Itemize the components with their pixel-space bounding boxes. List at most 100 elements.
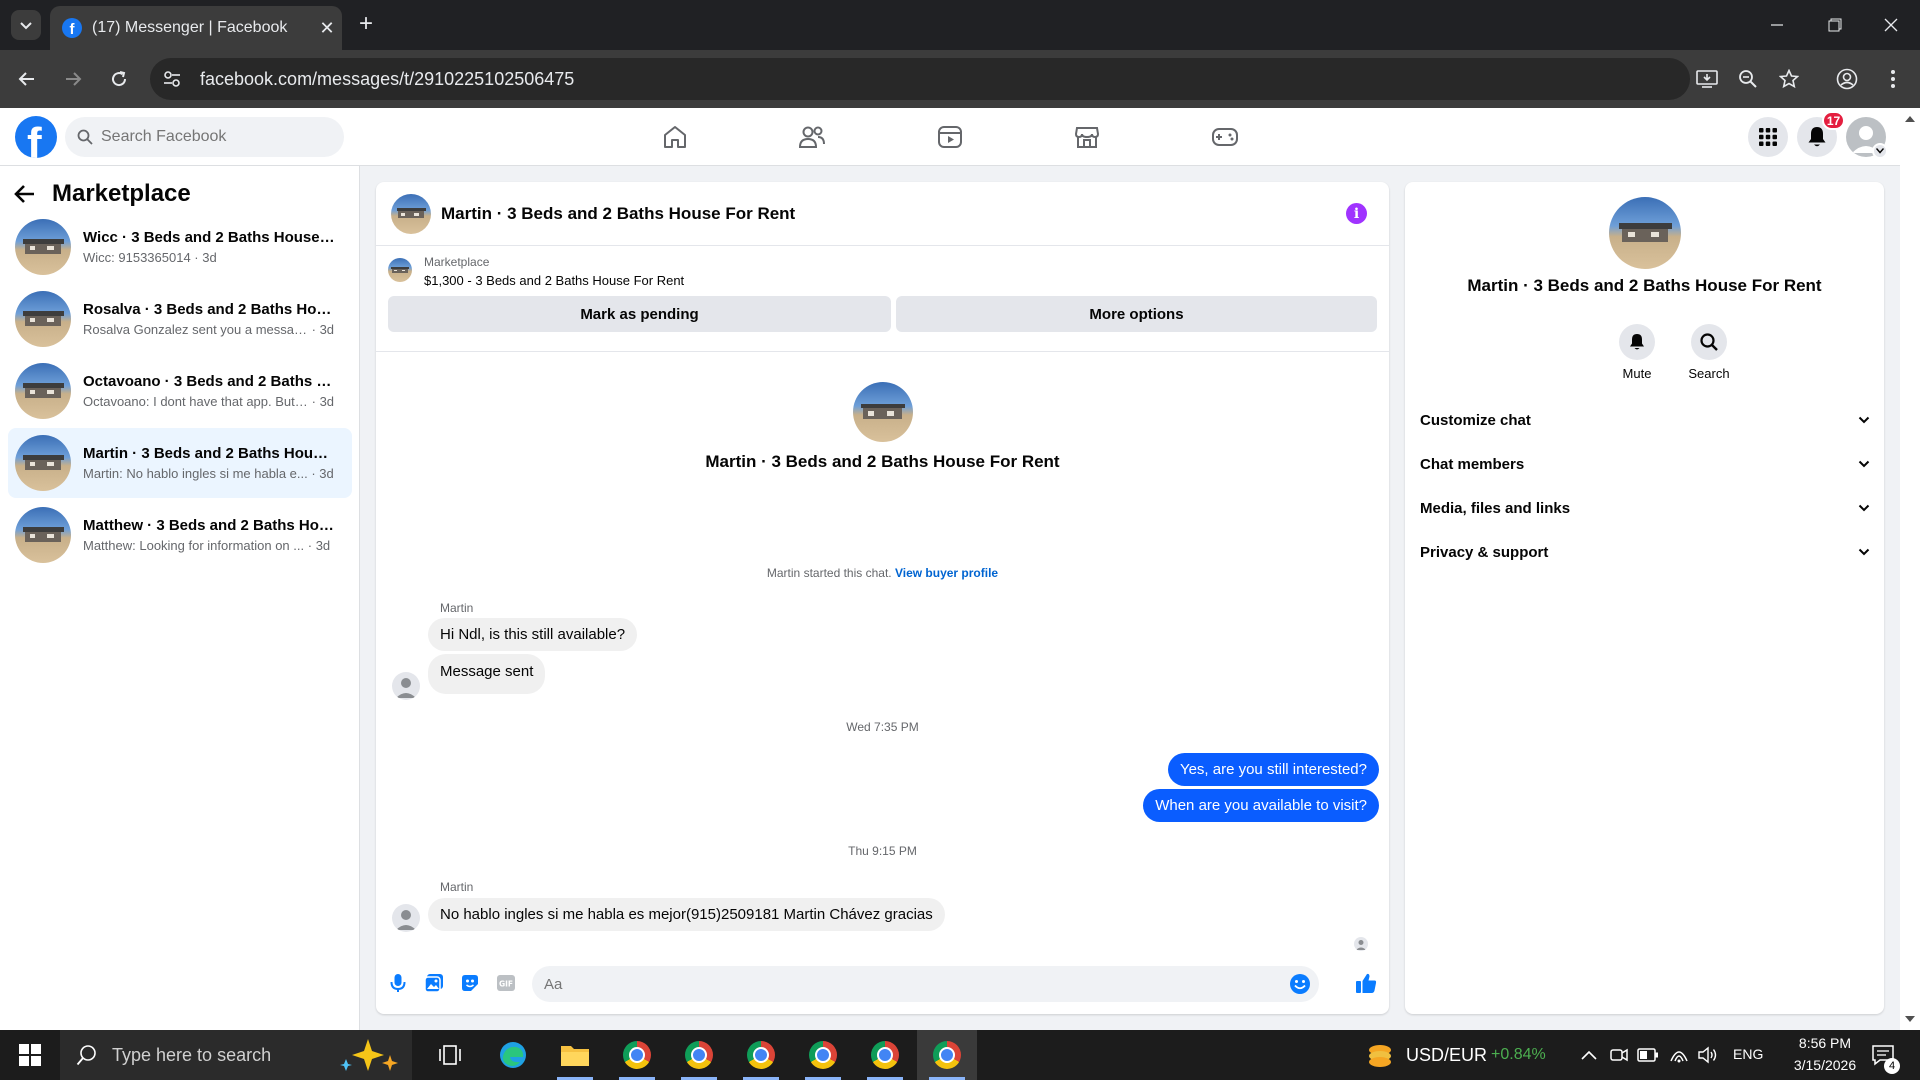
conversation-item[interactable]: Octavoano · 3 Beds and 2 Baths H... Octa…	[8, 356, 352, 426]
battery-icon[interactable]	[1637, 1048, 1659, 1062]
microphone-icon[interactable]	[386, 971, 410, 995]
message-input-wrapper[interactable]	[532, 966, 1319, 1002]
page-scrollbar[interactable]	[1900, 108, 1920, 1030]
listing-title[interactable]: $1,300 - 3 Beds and 2 Baths House For Re…	[424, 273, 684, 288]
chevron-up-icon[interactable]	[1581, 1050, 1597, 1060]
chat-panel: Martin · 3 Beds and 2 Baths House For Re…	[376, 182, 1389, 1014]
file-explorer-app[interactable]	[545, 1030, 605, 1080]
wifi-icon[interactable]	[1669, 1046, 1689, 1064]
message-bubble-outgoing[interactable]: Yes, are you still interested?	[1167, 753, 1379, 786]
install-app-icon[interactable]	[1694, 66, 1720, 92]
profile-icon[interactable]	[1832, 64, 1862, 94]
volume-icon[interactable]	[1698, 1046, 1718, 1064]
facebook-logo-icon[interactable]: f	[15, 116, 57, 158]
section-customize-chat[interactable]: Customize chat	[1420, 398, 1870, 442]
conversation-preview: Rosalva Gonzalez sent you a message...	[83, 322, 308, 337]
chat-title[interactable]: Martin · 3 Beds and 2 Baths House For Re…	[441, 204, 795, 224]
facebook-search-input[interactable]	[101, 128, 321, 146]
message-bubble[interactable]: Message sent	[428, 654, 546, 694]
reload-button[interactable]	[104, 64, 134, 94]
close-tab-icon[interactable]: ✕	[312, 18, 342, 39]
contact-avatar[interactable]	[392, 904, 420, 932]
mark-as-pending-button[interactable]: Mark as pending	[388, 296, 891, 332]
chat-started-note: Martin started this chat. View buyer pro…	[376, 566, 1389, 580]
taskbar-search[interactable]	[60, 1030, 412, 1080]
currency-widget-icon[interactable]	[1366, 1041, 1394, 1069]
search-in-chat-button[interactable]: Search	[1679, 324, 1739, 381]
conversation-item-active[interactable]: Martin · 3 Beds and 2 Baths House... Mar…	[8, 428, 352, 498]
message-bubble-outgoing[interactable]: When are you available to visit?	[1143, 789, 1379, 822]
more-options-button[interactable]: More options	[896, 296, 1377, 332]
start-button[interactable]	[0, 1030, 60, 1080]
chrome-app[interactable]	[855, 1030, 915, 1080]
bell-icon	[1630, 334, 1644, 350]
task-view-button[interactable]	[420, 1030, 480, 1080]
zoom-icon[interactable]	[1735, 66, 1761, 92]
edge-app[interactable]	[483, 1030, 543, 1080]
nav-gaming[interactable]	[1169, 108, 1281, 166]
mute-label: Mute	[1622, 366, 1652, 381]
new-tab-button[interactable]: +	[352, 10, 380, 38]
clock-date[interactable]: 3/15/2026	[1785, 1057, 1865, 1073]
message-input[interactable]	[544, 975, 1244, 993]
bookmark-star-icon[interactable]	[1776, 66, 1802, 92]
grid-menu-icon	[1759, 128, 1777, 146]
conversation-item[interactable]: Matthew · 3 Beds and 2 Baths Hou... Matt…	[8, 500, 352, 570]
restore-button[interactable]	[1806, 0, 1864, 50]
menu-button[interactable]	[1748, 117, 1788, 157]
svg-text:GIF: GIF	[499, 980, 513, 989]
account-button[interactable]	[1846, 117, 1888, 159]
close-window-button[interactable]	[1862, 0, 1920, 50]
chrome-app-active[interactable]	[917, 1030, 977, 1080]
browser-tab[interactable]: f (17) Messenger | Facebook ✕	[50, 6, 342, 50]
message-bubble[interactable]: Hi Ndl, is this still available?	[428, 618, 638, 651]
listing-thumbnail[interactable]	[1609, 197, 1681, 269]
chrome-icon	[685, 1041, 713, 1069]
mute-button[interactable]: Mute	[1607, 324, 1667, 381]
video-icon	[938, 126, 962, 148]
forward-button[interactable]	[58, 64, 88, 94]
section-chat-members[interactable]: Chat members	[1420, 442, 1870, 486]
listing-thumbnail	[15, 507, 71, 563]
nav-marketplace[interactable]	[1031, 108, 1143, 166]
nav-friends[interactable]	[756, 108, 868, 166]
conversation-item[interactable]: Rosalva · 3 Beds and 2 Baths Hous... Ros…	[8, 284, 352, 354]
conversation-item[interactable]: Wicc · 3 Beds and 2 Baths House F... Wic…	[8, 212, 352, 282]
currency-pair[interactable]: USD/EUR	[1406, 1045, 1487, 1066]
contact-avatar[interactable]	[392, 672, 420, 700]
chrome-app[interactable]	[669, 1030, 729, 1080]
photo-icon[interactable]	[422, 971, 446, 995]
sticker-icon[interactable]	[458, 971, 482, 995]
nav-home[interactable]	[619, 108, 731, 166]
gif-icon[interactable]: GIF	[494, 971, 518, 995]
chrome-app[interactable]	[731, 1030, 791, 1080]
message-bubble[interactable]: No hablo ingles si me habla es mejor(915…	[428, 898, 945, 931]
chrome-app[interactable]	[793, 1030, 853, 1080]
currency-change[interactable]: +0.84%	[1491, 1046, 1546, 1064]
section-media-files-links[interactable]: Media, files and links	[1420, 486, 1870, 530]
section-label: Chat members	[1420, 455, 1525, 473]
meet-icon[interactable]	[1610, 1046, 1628, 1064]
address-bar[interactable]: facebook.com/messages/t/2910225102506475	[150, 58, 1799, 100]
clock-time[interactable]: 8:56 PM	[1785, 1035, 1865, 1051]
facebook-search[interactable]	[65, 117, 344, 157]
back-arrow-icon[interactable]	[14, 184, 36, 204]
browser-menu-icon[interactable]	[1878, 64, 1908, 94]
info-icon[interactable]: i	[1346, 203, 1367, 224]
listing-thumbnail[interactable]	[391, 193, 431, 234]
section-privacy-support[interactable]: Privacy & support	[1420, 530, 1870, 574]
tab-search-button[interactable]	[11, 10, 41, 40]
home-icon	[664, 126, 686, 148]
thumbs-up-icon[interactable]	[1354, 971, 1378, 995]
view-buyer-profile-link[interactable]: View buyer profile	[895, 566, 998, 580]
chrome-app[interactable]	[607, 1030, 667, 1080]
back-button[interactable]	[12, 64, 42, 94]
nav-watch[interactable]	[894, 108, 1006, 166]
input-language[interactable]: ENG	[1733, 1046, 1763, 1062]
panel-title: Marketplace	[52, 180, 191, 207]
minimize-button[interactable]	[1748, 0, 1806, 50]
site-settings-icon[interactable]	[150, 70, 194, 88]
listing-thumbnail	[15, 291, 71, 347]
taskbar-search-input[interactable]	[112, 1044, 342, 1066]
emoji-icon[interactable]	[1289, 973, 1311, 1000]
